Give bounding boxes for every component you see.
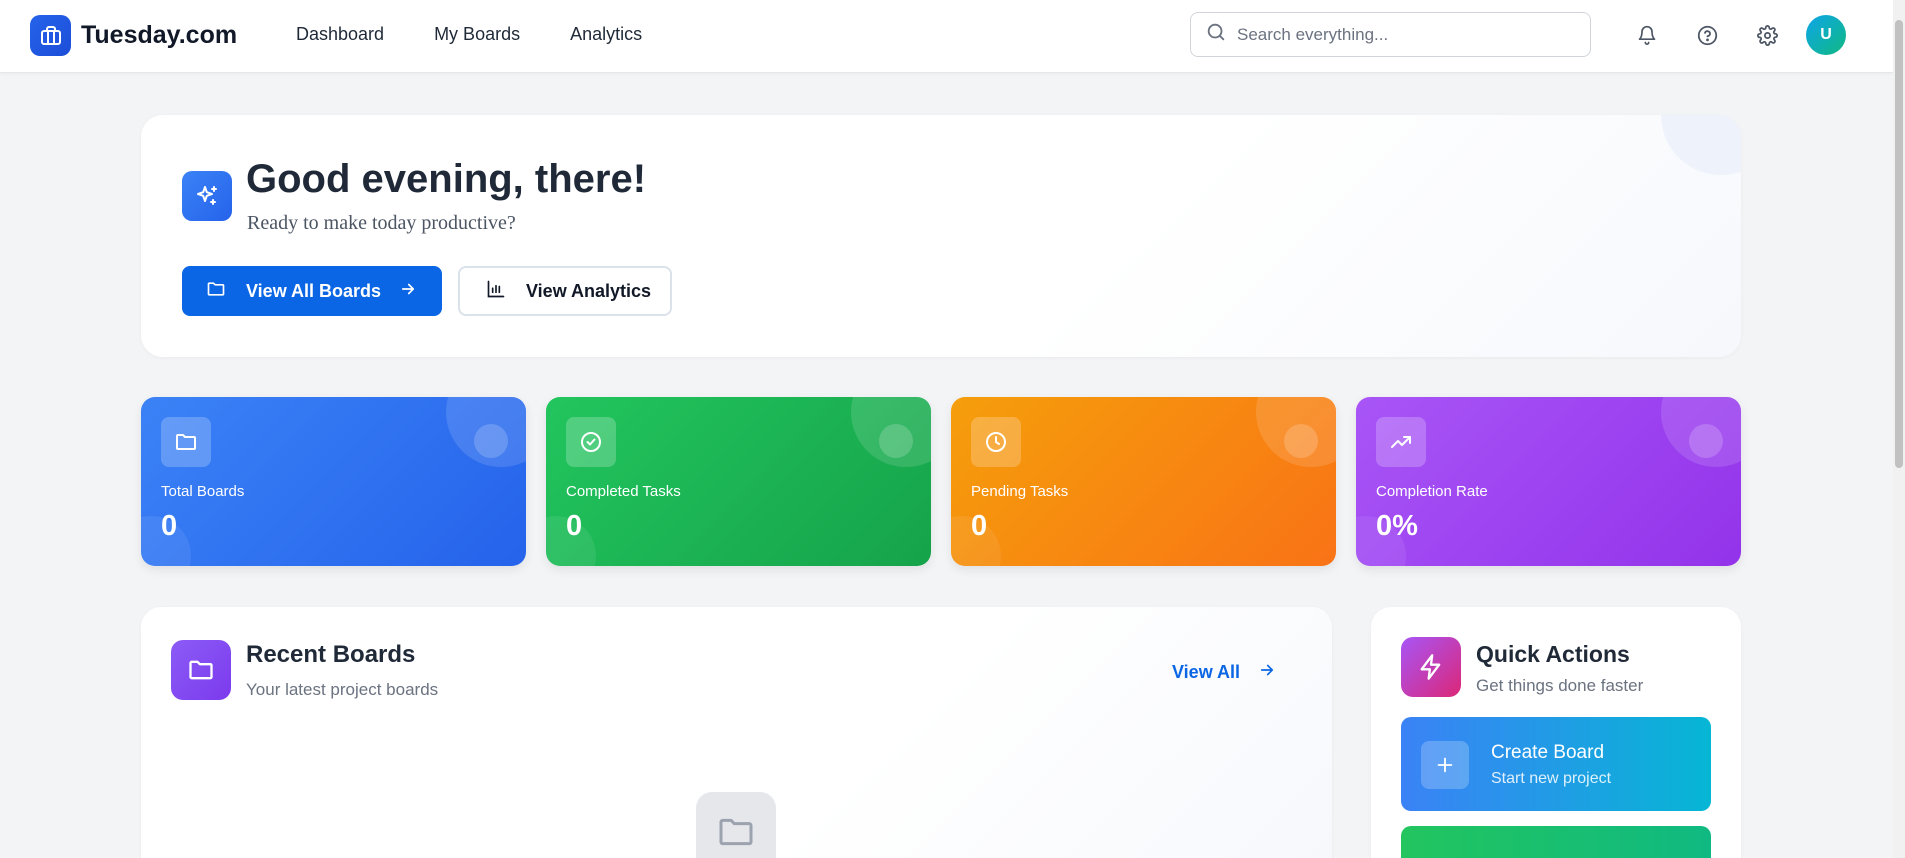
folder-icon (161, 417, 211, 467)
stat-card-completed-tasks: Completed Tasks 0 (546, 397, 931, 566)
nav-link-my-boards[interactable]: My Boards (434, 24, 520, 45)
arrow-right-icon (1258, 661, 1276, 684)
folder-icon (206, 279, 226, 304)
folder-icon (171, 640, 231, 700)
empty-folder-icon (696, 792, 776, 858)
help-icon[interactable] (1694, 22, 1720, 48)
create-board-title: Create Board (1491, 742, 1605, 763)
scrollbar[interactable] (1893, 0, 1905, 858)
stat-label: Completed Tasks (566, 483, 681, 500)
stat-value: 0 (566, 510, 583, 542)
recent-boards-panel: Recent Boards Your latest project boards… (141, 607, 1332, 858)
quick-actions-panel: Quick Actions Get things done faster Cre… (1371, 607, 1741, 858)
trending-up-icon (1376, 417, 1426, 467)
greeting-title: Good evening, there! (246, 157, 647, 201)
avatar[interactable]: U (1806, 15, 1846, 55)
view-all-link[interactable]: View All (1172, 661, 1276, 684)
nav-link-analytics[interactable]: Analytics (570, 24, 642, 45)
search-icon (1205, 21, 1227, 48)
greeting-subtitle: Ready to make today productive? (247, 212, 516, 234)
brand-name: Tuesday.com (81, 21, 238, 49)
stat-card-total-boards: Total Boards 0 (141, 397, 526, 566)
stat-card-pending-tasks: Pending Tasks 0 (951, 397, 1336, 566)
stat-label: Pending Tasks (971, 483, 1069, 500)
scrollbar-thumb[interactable] (1895, 20, 1903, 468)
create-board-button[interactable]: Create Board Start new project (1401, 717, 1711, 811)
create-board-subtitle: Start new project (1491, 770, 1612, 787)
clock-icon (971, 417, 1021, 467)
bar-chart-icon (486, 279, 506, 304)
bell-icon[interactable] (1634, 22, 1660, 48)
view-analytics-button[interactable]: View Analytics (458, 266, 672, 316)
view-analytics-label: View Analytics (526, 280, 652, 301)
nav-link-dashboard[interactable]: Dashboard (296, 24, 384, 45)
recent-boards-title: Recent Boards (246, 641, 416, 668)
gear-icon[interactable] (1754, 22, 1780, 48)
brand[interactable]: Tuesday.com (30, 15, 237, 56)
stat-label: Completion Rate (1376, 483, 1488, 500)
briefcase-icon (30, 15, 71, 56)
view-all-label: View All (1172, 662, 1241, 682)
stat-label: Total Boards (161, 483, 245, 500)
stat-value: 0 (971, 510, 988, 542)
recent-boards-subtitle: Your latest project boards (246, 680, 439, 699)
nav-links: Dashboard My Boards Analytics (296, 24, 692, 45)
quick-action-button[interactable] (1401, 826, 1711, 858)
stat-value: 0% (1376, 510, 1418, 542)
check-circle-icon (566, 417, 616, 467)
stat-value: 0 (161, 510, 178, 542)
sparkles-icon (182, 171, 232, 221)
quick-actions-subtitle: Get things done faster (1476, 676, 1644, 695)
quick-actions-title: Quick Actions (1476, 641, 1630, 667)
decorative-circle (1661, 115, 1741, 175)
top-navbar: Tuesday.com Dashboard My Boards Analytic… (0, 0, 1893, 73)
stat-card-completion-rate: Completion Rate 0% (1356, 397, 1741, 566)
search-box[interactable] (1190, 12, 1591, 57)
plus-icon (1421, 741, 1469, 789)
view-all-boards-button[interactable]: View All Boards (182, 266, 442, 316)
welcome-card: Good evening, there! Ready to make today… (141, 115, 1741, 357)
search-input[interactable] (1237, 24, 1577, 45)
lightning-icon (1401, 637, 1461, 697)
view-all-boards-label: View All Boards (246, 280, 382, 301)
arrow-right-icon (399, 280, 417, 303)
